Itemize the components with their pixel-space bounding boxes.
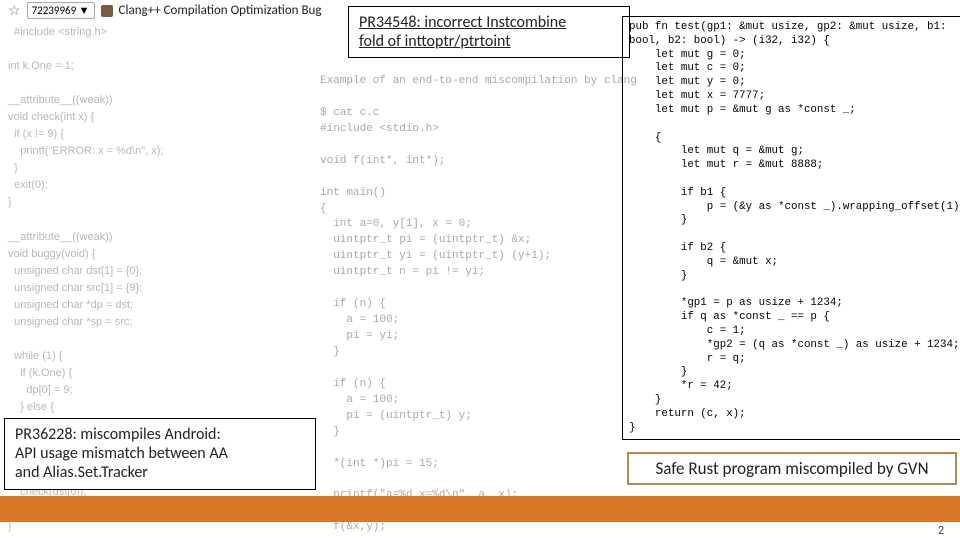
page-number: 2 [938,524,944,538]
bug-id: 72239969 ▼ [27,2,95,19]
star-icon: ☆ [8,2,21,19]
rust-code-block: pub fn test(gp1: &mut usize, gp2: &mut u… [622,16,960,440]
left-callout-line3: and Alias.Set.Tracker [15,463,148,482]
footer-bar [0,496,960,522]
top-callout-line1: PR34548: incorrect Instcombine [359,13,566,32]
bug-title: Clang++ Compilation Optimization Bug [119,3,322,18]
left-callout: PR36228: miscompiles Android: API usage … [4,418,316,490]
middle-code-block: Example of an end-to-end miscompilation … [320,74,610,540]
top-callout-line2: fold of inttoptr/ptrtoint [359,32,511,51]
right-callout: Safe Rust program miscompiled by GVN [627,452,957,485]
bug-header: ☆ 72239969 ▼ Clang++ Compilation Optimiz… [8,2,321,19]
top-callout: PR34548: incorrect Instcombine fold of i… [348,6,630,58]
left-callout-line1: PR36228: miscompiles Android: [15,425,221,444]
logo-chip [101,5,113,17]
left-callout-line2: API usage mismatch between AA [15,444,228,463]
